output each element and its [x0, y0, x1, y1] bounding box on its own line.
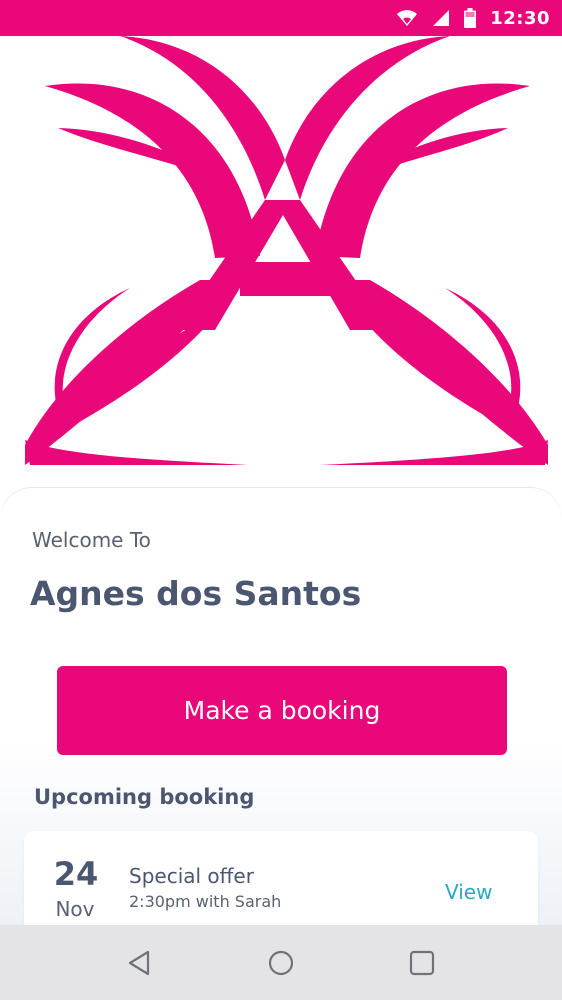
make-booking-button[interactable]: Make a booking [57, 666, 507, 755]
status-bar: 12:30 [0, 0, 562, 36]
signal-icon [432, 9, 450, 27]
business-name: Agnes dos Santos [30, 574, 362, 613]
battery-icon [464, 8, 477, 28]
wifi-icon [396, 9, 418, 27]
butterfly-a-logo [25, 36, 548, 465]
recents-icon[interactable] [397, 938, 447, 988]
back-icon[interactable] [115, 938, 165, 988]
system-nav-bar [0, 925, 562, 1000]
view-booking-link[interactable]: View [445, 880, 492, 904]
brand-logo [0, 36, 562, 506]
upcoming-booking-title: Upcoming booking [34, 785, 255, 809]
home-icon[interactable] [256, 938, 306, 988]
booking-subtitle: 2:30pm with Sarah [129, 892, 282, 911]
booking-title: Special offer [129, 864, 254, 888]
booking-month: Nov [55, 897, 95, 921]
status-time: 12:30 [490, 7, 550, 29]
welcome-label: Welcome To [32, 528, 151, 552]
booking-day: 24 [53, 855, 99, 893]
